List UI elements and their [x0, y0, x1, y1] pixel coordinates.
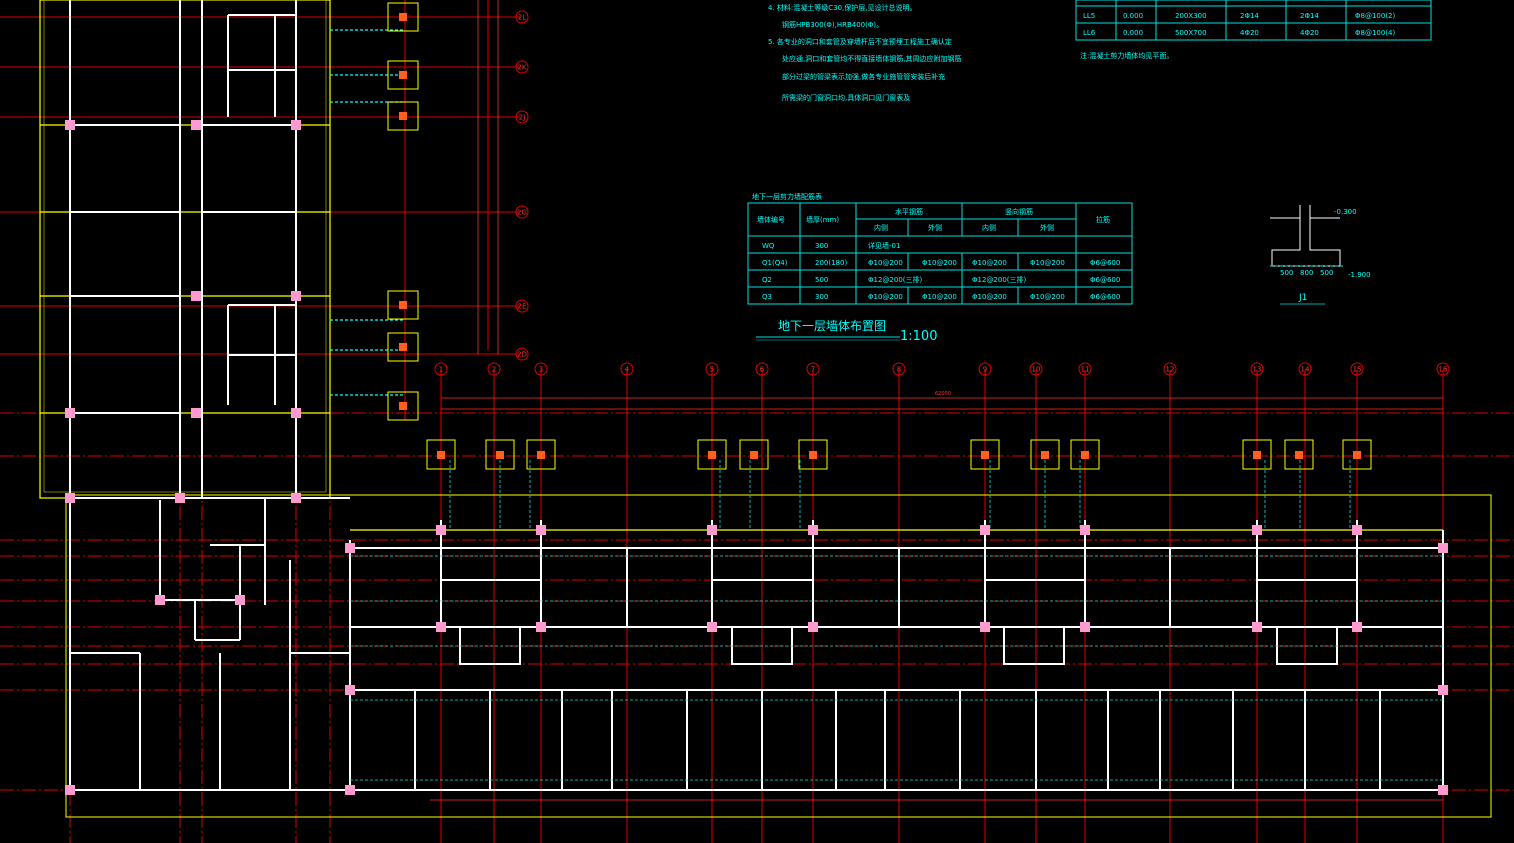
dimension-lines — [430, 0, 1443, 801]
note-line: 注:混凝土剪力墙体均见平面。 — [1080, 51, 1173, 60]
detail-dim: 800 — [1300, 269, 1313, 277]
axis-bubbles-right: 2L 2K 2J 2G 2E 2D — [515, 10, 529, 361]
wall-table-cell: Φ10@200 — [868, 293, 903, 301]
wall-table-cell: 200(180) — [815, 259, 847, 267]
note-line: 5. 各专业的洞口和套管及穿墙杆后不宜预埋工程施工确认定 — [768, 37, 952, 46]
axis-label: 10 — [1032, 366, 1041, 374]
detail-elev-top: -0.300 — [1334, 208, 1357, 216]
beam-table-cell: 0.000 — [1123, 29, 1143, 37]
beam-table-cell: 500X700 — [1175, 29, 1207, 37]
detail-label: J1 — [1298, 293, 1307, 303]
plan-scale: 1:100 — [900, 329, 937, 344]
note-line: 钢筋HPB300(Φ),HRB400(Φ)。 — [782, 20, 883, 29]
beam-table-cell: 2Φ14 — [1300, 12, 1319, 20]
axis-label: 16 — [1439, 366, 1448, 374]
axis-grid — [0, 0, 1514, 843]
axis-label: 9 — [983, 366, 987, 374]
beam-table-cell: 2Φ14 — [1240, 12, 1259, 20]
axis-label: 2G — [517, 209, 527, 217]
wall-table-cell: Φ10@200 — [922, 259, 957, 267]
axis-label: 2L — [518, 14, 526, 22]
axis-label: 1 — [439, 366, 443, 374]
axis-label: 5 — [710, 366, 714, 374]
wall-table-subheader: 外侧 — [928, 223, 942, 232]
axis-label: 4 — [625, 366, 630, 374]
wall-table-header: 墙体编号 — [757, 215, 785, 224]
wall-table-cell: 300 — [815, 293, 828, 301]
wall-table-subheader: 外侧 — [1040, 223, 1054, 232]
wall-table-cell: Φ10@200 — [1030, 259, 1065, 267]
axis-label: 7 — [811, 366, 815, 374]
wall-table-title: 地下一层剪力墙配筋表 — [752, 192, 822, 201]
beam-lines — [350, 460, 1443, 781]
wall-table-cell: Φ10@200 — [972, 259, 1007, 267]
wall-table-header: 墙厚(mm) — [806, 215, 839, 224]
axis-label: 2E — [518, 303, 527, 311]
footing-detail-j1: -0.300 -1.900 500 800 500 J1 — [1270, 205, 1371, 305]
wall-table-cell: Q3 — [762, 293, 772, 301]
plan-title: 地下一层墙体布置图 — [778, 319, 886, 333]
beam-table-cell: Φ8@100(2) — [1355, 12, 1396, 20]
wall-table-header: 拉筋 — [1096, 215, 1110, 224]
wall-table-cell: Q2 — [762, 276, 772, 284]
detail-dim: 500 — [1320, 269, 1333, 277]
walls-connector-block — [69, 497, 351, 791]
axis-label: 15 — [1353, 366, 1362, 374]
wall-table-cell: Φ10@200 — [868, 259, 903, 267]
walls-left-block — [39, 0, 405, 499]
note-line: 所需梁的门窗洞口均,具体洞口见门窗表及 — [782, 93, 910, 102]
plan-title-block: 地下一层墙体布置图 1:100 — [756, 319, 937, 344]
axis-label: 2K — [517, 64, 526, 72]
wall-table-cell: Φ6@600 — [1090, 276, 1120, 284]
wall-table-subheader: 内侧 — [874, 223, 888, 232]
wall-table-cell: Φ6@600 — [1090, 293, 1120, 301]
wall-table-cell: Φ10@200 — [972, 293, 1007, 301]
general-notes: 4. 材料:混凝土等级C30,保护层,见设计总说明。 钢筋HPB300(Φ),H… — [768, 3, 1173, 102]
note-line: 4. 材料:混凝土等级C30,保护层,见设计总说明。 — [768, 3, 917, 12]
axis-label: 3 — [539, 366, 543, 374]
axis-label: 13 — [1253, 366, 1262, 374]
wall-table-cell: 详见墙-01 — [868, 241, 900, 250]
detail-dim: 500 — [1280, 269, 1293, 277]
cad-drawing-canvas[interactable]: 2L2K2J2G2E2D 1 2 3 4 5 6 7 8 9 10 11 12 13 14 15 16 4. … — [0, 0, 1514, 843]
beam-schedule-table: LL5 0.000 200X300 2Φ14 2Φ14 Φ8@100(2) LL6 0.000… — [1075, 0, 1432, 41]
wall-table-cell: Φ10@200 — [1030, 293, 1065, 301]
beam-table-cell: Φ8@100(4) — [1355, 29, 1396, 37]
beam-table-cell: 200X300 — [1175, 12, 1207, 20]
wall-table-cell: Φ12@200(三排) — [972, 275, 1027, 284]
note-line: 处应通,洞口和套管均不得直接墙体钢筋,其周边应附加钢筋 — [782, 54, 961, 63]
wall-table-cell: Q1(Q4) — [762, 259, 788, 267]
axis-bubbles-top: 1 2 3 4 5 6 7 8 9 10 11 12 13 14 15 16 — [434, 362, 1450, 376]
wall-table-cell: 500 — [815, 276, 828, 284]
wall-table-header: 竖向钢筋 — [1005, 207, 1033, 216]
wall-table-header: 水平钢筋 — [895, 207, 923, 216]
axis-label: 11 — [1081, 366, 1090, 374]
wall-table-cell: Φ12@200(三排) — [868, 275, 923, 284]
axis-label: 14 — [1301, 366, 1310, 374]
axis-label: 2D — [517, 351, 527, 359]
axis-label: 2 — [492, 366, 496, 374]
wall-table-cell: WQ — [762, 242, 775, 250]
axis-label: 2J — [519, 114, 526, 122]
beam-table-cell: 4Φ20 — [1240, 29, 1259, 37]
axis-label: 12 — [1166, 366, 1175, 374]
wall-reinforcement-table: 地下一层剪力墙配筋表 墙体编号 墙厚(mm) 水平钢筋 竖向钢筋 拉筋 内侧 外… — [747, 192, 1133, 305]
wall-table-cell: Φ6@600 — [1090, 259, 1120, 267]
note-line: 部分过梁的管梁表示加强,做各专业施管管安装后补充 — [782, 72, 945, 81]
beam-table-cell: LL6 — [1083, 29, 1096, 37]
walls-main-block — [350, 520, 1444, 791]
wall-table-cell: 300 — [815, 242, 828, 250]
wall-table-cell: Φ10@200 — [922, 293, 957, 301]
beam-table-cell: 0.000 — [1123, 12, 1143, 20]
wall-table-subheader: 内侧 — [982, 223, 996, 232]
axis-label: 8 — [897, 366, 901, 374]
axis-label: 6 — [760, 366, 765, 374]
beam-table-cell: 4Φ20 — [1300, 29, 1319, 37]
overall-dimension: 62000 — [935, 391, 951, 397]
beam-table-cell: LL5 — [1083, 12, 1095, 20]
detail-elev-bot: -1.900 — [1348, 271, 1371, 279]
